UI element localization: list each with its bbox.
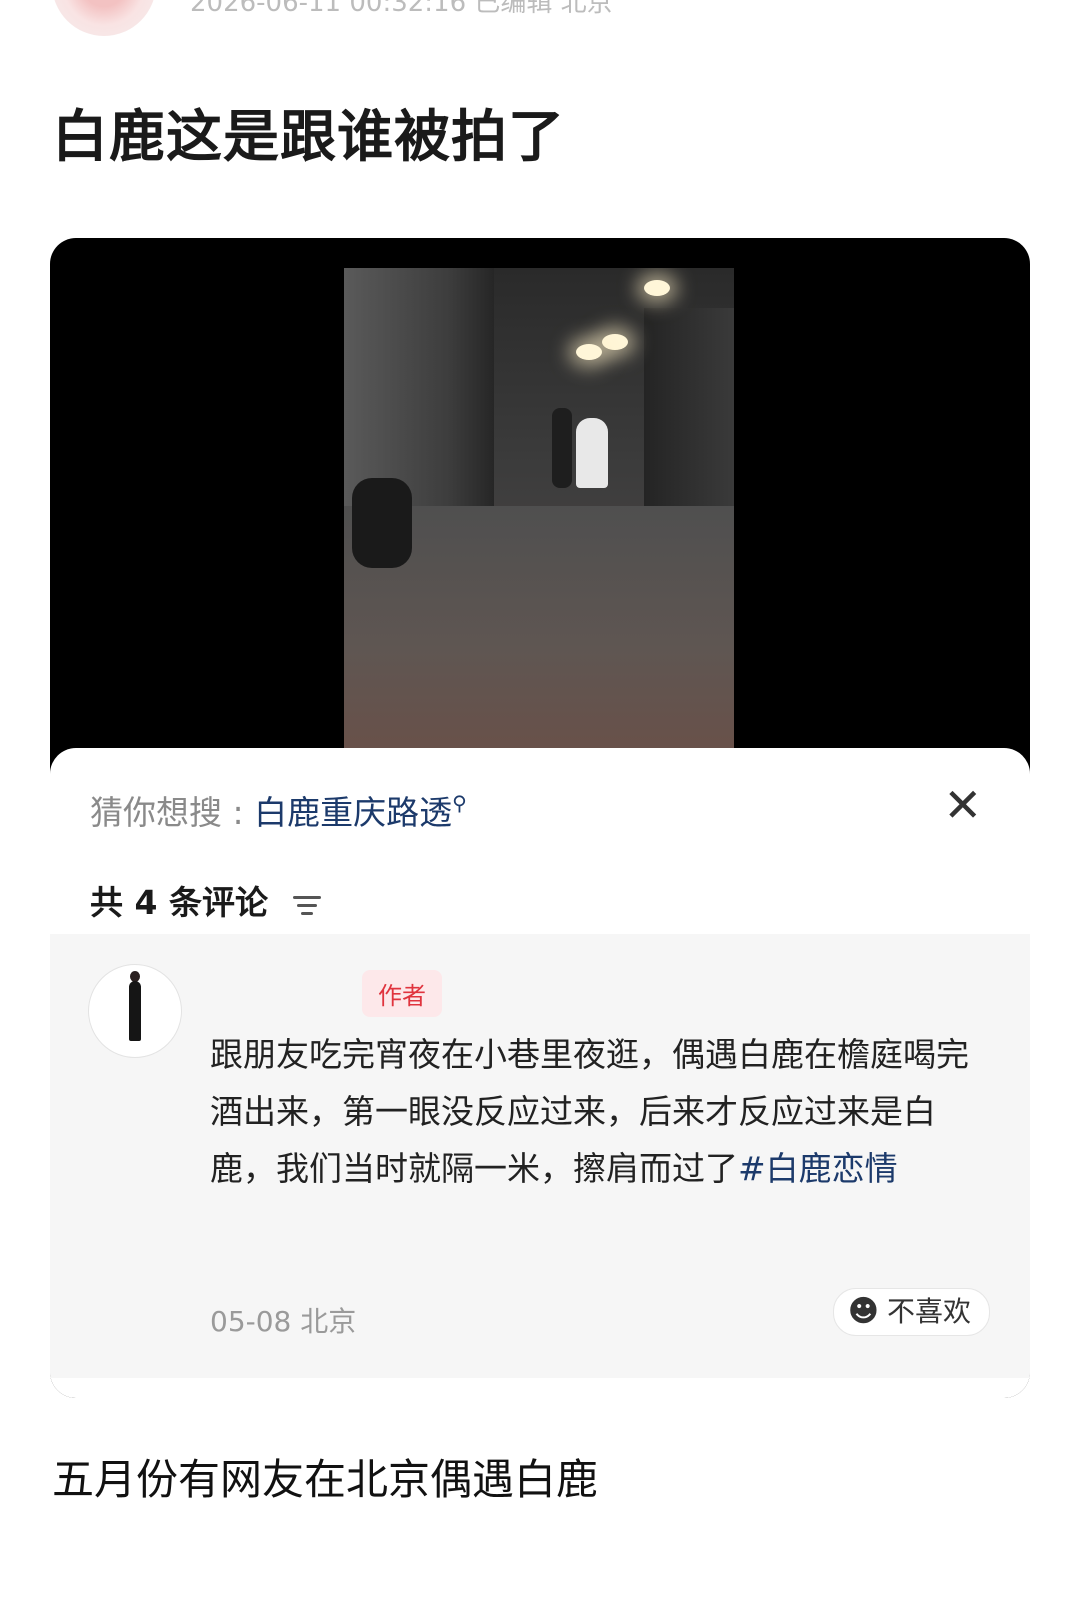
- street-photo[interactable]: [344, 268, 734, 766]
- search-icon: ⚲: [452, 791, 467, 815]
- dislike-label: 不喜欢: [886, 1295, 971, 1328]
- author-avatar[interactable]: [52, 0, 156, 36]
- suggest-label: 猜你想搜 :: [90, 793, 255, 832]
- post-meta: 2026-06-11 00:32:16 已编辑 北京: [190, 0, 613, 18]
- post-title: 白鹿这是跟谁被拍了: [52, 105, 565, 170]
- dislike-face-icon: ☻: [847, 1294, 879, 1329]
- comment-count: 共 4 条评论: [90, 876, 322, 924]
- comment-count-label: 共 4 条评论: [90, 883, 268, 922]
- sort-icon[interactable]: [293, 894, 322, 916]
- close-icon[interactable]: ✕: [943, 782, 982, 828]
- comment-text: 跟朋友吃完宵夜在小巷里夜逛，偶遇白鹿在檐庭喝完酒出来，第一眼没反应过来，后来才反…: [210, 1026, 990, 1197]
- suggest-keyword[interactable]: 白鹿重庆路透: [254, 793, 452, 832]
- screenshot-card: 猜你想搜 : 白鹿重庆路透⚲ ✕ 共 4 条评论 作者 跟朋友吃完宵夜在小巷里夜…: [50, 238, 1030, 1398]
- comment-item: 作者 跟朋友吃完宵夜在小巷里夜逛，偶遇白鹿在檐庭喝完酒出来，第一眼没反应过来，后…: [50, 934, 1030, 1378]
- post-body-text: 五月份有网友在北京偶遇白鹿: [52, 1455, 599, 1504]
- commenter-avatar[interactable]: [88, 964, 182, 1058]
- comment-meta: 05-08 北京: [210, 1305, 357, 1338]
- author-badge: 作者: [362, 970, 442, 1017]
- post-header: 2026-06-11 00:32:16 已编辑 北京: [52, 0, 1032, 36]
- comment-sheet: 猜你想搜 : 白鹿重庆路透⚲ ✕ 共 4 条评论 作者 跟朋友吃完宵夜在小巷里夜…: [50, 748, 1030, 1398]
- hashtag-link[interactable]: #白鹿恋情: [738, 1149, 898, 1188]
- search-suggestion[interactable]: 猜你想搜 : 白鹿重庆路透⚲: [90, 786, 467, 834]
- dislike-button[interactable]: ☻ 不喜欢: [832, 1288, 990, 1336]
